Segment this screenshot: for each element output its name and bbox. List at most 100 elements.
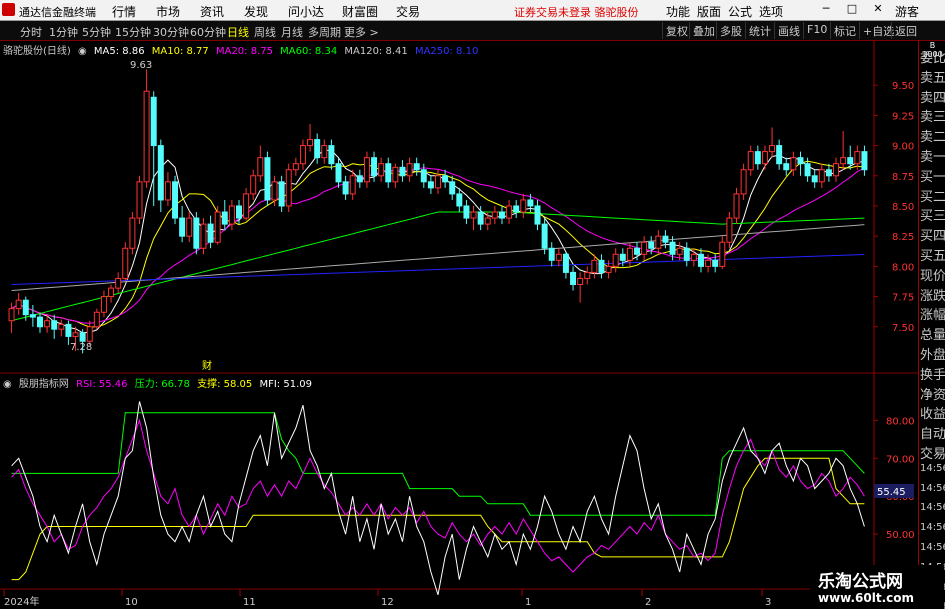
menu-faxian[interactable]: 发现 xyxy=(244,3,268,20)
btn-duogu[interactable]: 多股 xyxy=(716,22,745,39)
candle-body xyxy=(243,193,250,219)
side-panel-item[interactable]: 委比 xyxy=(920,47,945,66)
side-panel-item[interactable]: 交易 xyxy=(920,443,945,462)
side-panel-item[interactable]: 总量 xyxy=(920,324,945,343)
tab-daily[interactable]: 日线 xyxy=(227,24,249,40)
candle-body xyxy=(605,265,612,273)
app-title: 通达信金融终端 xyxy=(19,6,96,19)
side-panel-item[interactable]: 买四 xyxy=(920,225,945,244)
close-icon[interactable]: ✕ xyxy=(871,2,885,16)
support-line xyxy=(11,457,865,581)
btn-f10[interactable]: F10 xyxy=(803,22,830,39)
side-panel-item[interactable]: 涨跌 xyxy=(920,285,945,304)
tab-5min[interactable]: 5分钟 xyxy=(82,24,111,40)
candle-body xyxy=(172,181,179,219)
candle-body xyxy=(577,277,584,285)
tab-fenshi[interactable]: 分时 xyxy=(20,24,42,40)
maximize-icon[interactable]: □ xyxy=(845,2,859,16)
candle-body xyxy=(804,163,811,177)
candle-body xyxy=(548,247,555,261)
candle-body xyxy=(818,169,825,183)
candle-body xyxy=(413,163,420,171)
side-panel-item[interactable]: 14:56 xyxy=(920,502,945,513)
candle-body xyxy=(399,166,406,177)
tab-monthly[interactable]: 月线 xyxy=(281,24,303,40)
candle-body xyxy=(513,205,520,213)
candle-body xyxy=(221,211,228,225)
side-panel-item[interactable]: 收益 xyxy=(920,403,945,422)
btn-diejia[interactable]: 叠加 xyxy=(689,22,718,39)
current-value-label: 55.45 xyxy=(877,487,906,498)
side-panel-item[interactable]: 卖四 xyxy=(920,87,945,106)
side-panel-item[interactable]: 卖一 xyxy=(920,146,945,165)
side-panel-item[interactable]: 卖五 xyxy=(920,67,945,86)
minimize-icon[interactable]: ─ xyxy=(819,2,833,16)
btn-tongji[interactable]: 统计 xyxy=(745,22,774,39)
side-panel-item[interactable]: 14:56 xyxy=(920,542,945,553)
side-panel-item[interactable]: 买五 xyxy=(920,245,945,264)
menu-banmian[interactable]: 版面 xyxy=(697,3,721,20)
menu-xuanxiang[interactable]: 选项 xyxy=(759,3,783,20)
price-tick-label: 8.25 xyxy=(892,232,914,243)
guest-label[interactable]: 游客 xyxy=(895,3,919,20)
side-panel-item[interactable]: 14:56 xyxy=(920,522,945,533)
side-panel-item[interactable]: 涨幅 xyxy=(920,304,945,323)
candle-body xyxy=(470,211,477,219)
indicator-tick-label: 70.00 xyxy=(886,454,915,465)
side-panel-item[interactable]: 买二 xyxy=(920,186,945,205)
tab-1min[interactable]: 1分钟 xyxy=(49,24,78,40)
menu-hangqing[interactable]: 行情 xyxy=(112,3,136,20)
window-controls: ─ □ ✕ xyxy=(807,2,885,16)
date-tick-label: 11 xyxy=(243,597,256,608)
chart-canvas[interactable]: 9.50 9.25 9.00 8.75 8.50 8.25 8.00 7.75 7.50 80.… xyxy=(0,41,918,609)
tab-more[interactable]: 更多 > xyxy=(344,24,379,40)
side-panel-item[interactable]: 净资 xyxy=(920,384,945,403)
candle-body xyxy=(598,259,605,273)
tab-multi-period[interactable]: 多周期 xyxy=(308,24,341,40)
candle-body xyxy=(705,259,712,267)
candle-body xyxy=(520,199,527,213)
menu-zixun[interactable]: 资讯 xyxy=(200,3,224,20)
menu-jiaoyi[interactable]: 交易 xyxy=(396,3,420,20)
candlesticks xyxy=(8,69,868,354)
menu-gongshi[interactable]: 公式 xyxy=(728,3,752,20)
side-panel-item[interactable]: 14:56 xyxy=(920,463,945,474)
candle-body xyxy=(584,271,591,279)
price-tick-label: 9.25 xyxy=(892,111,914,122)
login-alert[interactable]: 证券交易未登录 骆驼股份 xyxy=(514,4,639,20)
candle-body xyxy=(36,316,43,328)
candle-body xyxy=(669,241,676,255)
date-tick-label: 2 xyxy=(645,597,651,608)
tab-60min[interactable]: 60分钟 xyxy=(190,24,226,40)
side-panel-item[interactable]: 自动 xyxy=(920,423,945,442)
finance-mark-icon[interactable]: 财 xyxy=(202,359,212,372)
menu-wenxiaoda[interactable]: 问小达 xyxy=(288,3,324,20)
watermark: 乐淘公式网 www.60lt.com xyxy=(810,565,944,609)
candle-body xyxy=(527,199,534,207)
candle-body xyxy=(733,193,740,219)
side-panel-item[interactable]: 卖三 xyxy=(920,106,945,125)
price-axis: 9.50 9.25 9.00 8.75 8.50 8.25 8.00 7.75 7.50 xyxy=(874,81,914,334)
date-tick-label: 3 xyxy=(765,597,771,608)
side-panel-item[interactable]: 买一 xyxy=(920,166,945,185)
tab-15min[interactable]: 15分钟 xyxy=(115,24,151,40)
btn-fuquan[interactable]: 复权 xyxy=(662,22,691,39)
menu-shichang[interactable]: 市场 xyxy=(156,3,180,20)
side-panel-item[interactable]: 14:56 xyxy=(920,483,945,494)
side-panel-item[interactable]: 换手 xyxy=(920,364,945,383)
side-panel-item[interactable]: 买三 xyxy=(920,205,945,224)
menu-gongneng[interactable]: 功能 xyxy=(666,3,690,20)
btn-huaxian[interactable]: 画线 xyxy=(774,22,803,39)
tab-30min[interactable]: 30分钟 xyxy=(153,24,189,40)
side-panel-item[interactable]: 外盘 xyxy=(920,344,945,363)
btn-back[interactable]: 返回 xyxy=(891,22,920,39)
candle-body xyxy=(143,90,150,183)
side-panel-item[interactable]: 现价 xyxy=(920,265,945,284)
candle-body xyxy=(150,96,157,147)
watermark-url: www.60lt.com xyxy=(818,591,915,605)
btn-biaoji[interactable]: 标记 xyxy=(830,22,859,39)
menu-caifuquan[interactable]: 财富圈 xyxy=(342,3,378,20)
candle-body xyxy=(847,157,854,165)
side-panel-item[interactable]: 卖二 xyxy=(920,126,945,145)
tab-weekly[interactable]: 周线 xyxy=(254,24,276,40)
